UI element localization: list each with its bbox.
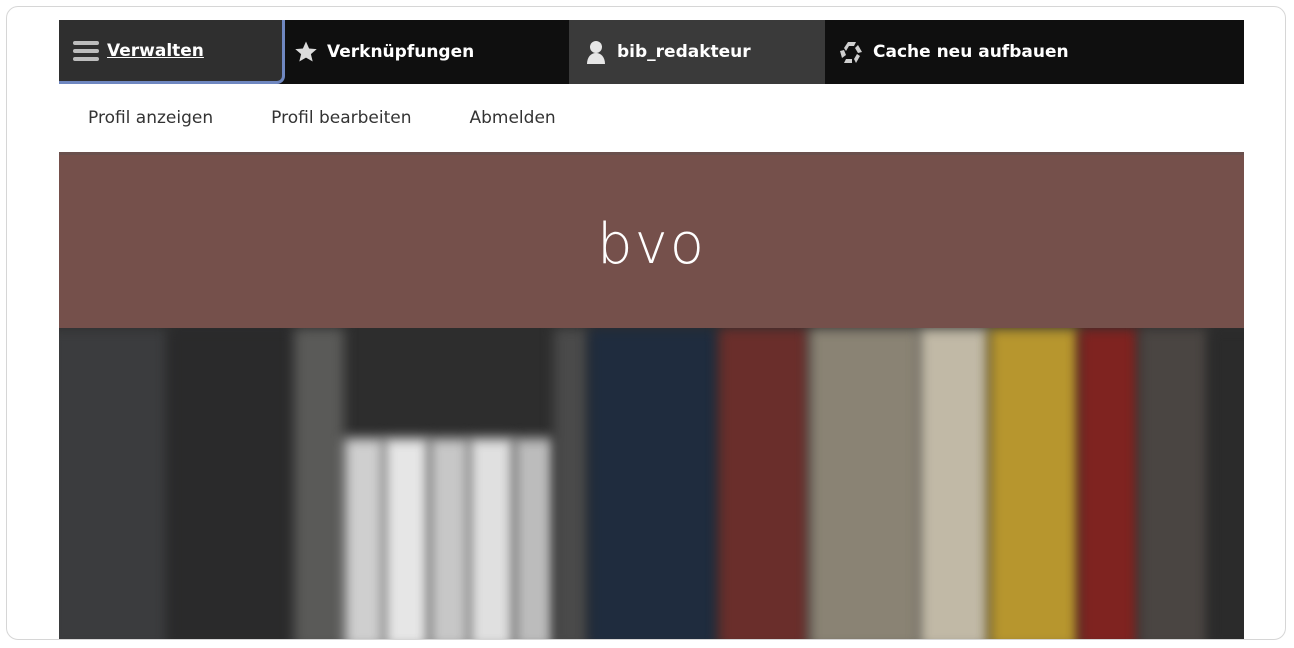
hero-book xyxy=(294,328,344,639)
cache-label: Cache neu aufbauen xyxy=(873,42,1069,62)
hero-book xyxy=(429,438,469,639)
recycle-icon xyxy=(839,39,865,65)
logout-link[interactable]: Abmelden xyxy=(469,108,555,128)
hero-image xyxy=(59,328,1244,639)
hero-book xyxy=(809,328,919,639)
user-menu-button[interactable]: bib_redakteur xyxy=(569,20,825,84)
hero-book xyxy=(554,328,589,639)
hero-book xyxy=(344,438,384,639)
site-header: bvo xyxy=(59,155,1244,328)
edit-profile-link[interactable]: Profil bearbeiten xyxy=(271,108,411,128)
hero-book xyxy=(169,328,299,639)
hero-book xyxy=(919,328,989,639)
hero-book xyxy=(514,438,554,639)
manage-label: Verwalten xyxy=(107,40,204,61)
hero-book xyxy=(1139,328,1209,639)
hero-book xyxy=(59,328,169,639)
shortcuts-label: Verknüpfungen xyxy=(327,42,475,62)
page-viewport: Verwalten Verknüpfungen bib_redakteur Ca… xyxy=(59,20,1244,639)
hero-book xyxy=(989,328,1079,639)
browser-frame: Verwalten Verknüpfungen bib_redakteur Ca… xyxy=(6,6,1286,640)
user-tray: Profil anzeigen Profil bearbeiten Abmeld… xyxy=(59,84,1244,155)
hero-book xyxy=(384,438,429,639)
hero-book xyxy=(1079,328,1139,639)
user-label: bib_redakteur xyxy=(617,42,751,62)
view-profile-link[interactable]: Profil anzeigen xyxy=(88,108,213,128)
star-icon xyxy=(293,39,319,65)
admin-toolbar: Verwalten Verknüpfungen bib_redakteur Ca… xyxy=(59,20,1244,84)
hero-book xyxy=(469,438,514,639)
menu-icon xyxy=(73,38,99,64)
manage-button[interactable]: Verwalten xyxy=(59,20,285,84)
hero-book xyxy=(589,328,719,639)
shortcuts-button[interactable]: Verknüpfungen xyxy=(285,20,569,84)
user-icon xyxy=(583,39,609,65)
hero-book xyxy=(1209,328,1244,639)
cache-rebuild-button[interactable]: Cache neu aufbauen xyxy=(825,20,1125,84)
site-logo[interactable]: bvo xyxy=(597,212,706,277)
hero-book xyxy=(719,328,809,639)
